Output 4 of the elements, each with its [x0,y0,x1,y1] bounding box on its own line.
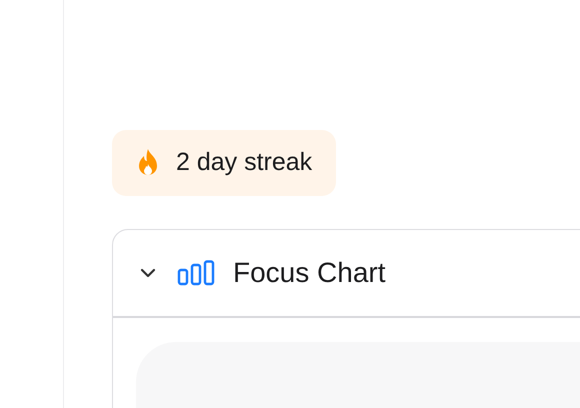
chart-header[interactable]: Focus Chart [113,230,580,316]
chart-title: Focus Chart [233,256,386,290]
bar-chart-icon [177,260,215,286]
streak-label: 2 day streak [176,147,312,178]
